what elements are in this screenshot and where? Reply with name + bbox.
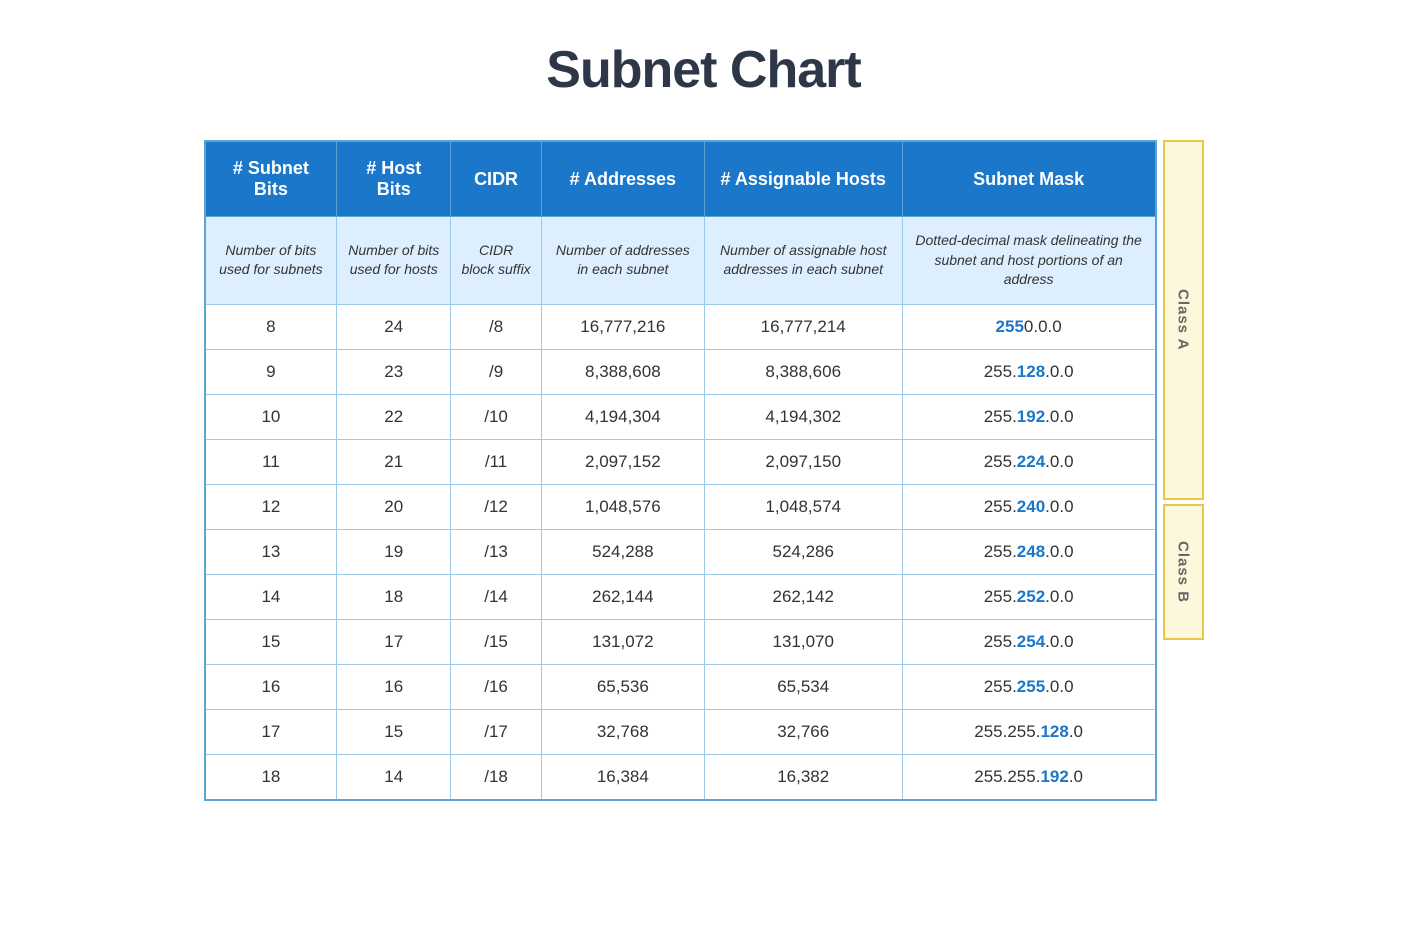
cell-mask: 255.248.0.0 [902,529,1155,574]
cell-assignable: 4,194,302 [704,394,902,439]
subheader-subnet-bits: Number of bits used for subnets [205,217,337,305]
cell-cidr: /11 [451,439,542,484]
table-row: 17 15 /17 32,768 32,766 255.255.128.0 [205,709,1156,754]
page-container: Subnet Chart # Subnet Bits # Host Bits C… [204,40,1204,801]
cell-assignable: 32,766 [704,709,902,754]
cell-host-bits: 24 [337,304,451,349]
cell-cidr: /17 [451,709,542,754]
page-title: Subnet Chart [204,40,1204,100]
cell-mask: 255.224.0.0 [902,439,1155,484]
table-row: 13 19 /13 524,288 524,286 255.248.0.0 [205,529,1156,574]
cell-cidr: /10 [451,394,542,439]
cell-addresses: 16,777,216 [542,304,705,349]
col-header-host-bits: # Host Bits [337,141,451,217]
subheader-mask: Dotted-decimal mask delineating the subn… [902,217,1155,305]
cell-subnet-bits: 16 [205,664,337,709]
cell-mask: 255.240.0.0 [902,484,1155,529]
cell-addresses: 2,097,152 [542,439,705,484]
cell-host-bits: 16 [337,664,451,709]
col-header-subnet-bits: # Subnet Bits [205,141,337,217]
cell-cidr: /14 [451,574,542,619]
header-row: # Subnet Bits # Host Bits CIDR # Address… [205,141,1156,217]
table-row: 9 23 /9 8,388,608 8,388,606 255.128.0.0 [205,349,1156,394]
cell-mask: 255.255.0.0 [902,664,1155,709]
subnet-table: # Subnet Bits # Host Bits CIDR # Address… [204,140,1157,801]
subheader-host-bits: Number of bits used for hosts [337,217,451,305]
class-labels-container: Class A Class B [1163,140,1204,801]
cell-assignable: 16,382 [704,754,902,800]
table-row: 18 14 /18 16,384 16,382 255.255.192.0 [205,754,1156,800]
col-header-mask: Subnet Mask [902,141,1155,217]
cell-mask: 255.255.192.0 [902,754,1155,800]
cell-addresses: 8,388,608 [542,349,705,394]
cell-subnet-bits: 14 [205,574,337,619]
cell-assignable: 8,388,606 [704,349,902,394]
class-a-label: Class A [1163,140,1204,500]
cell-addresses: 32,768 [542,709,705,754]
col-header-assignable: # Assignable Hosts [704,141,902,217]
cell-host-bits: 17 [337,619,451,664]
cell-subnet-bits: 10 [205,394,337,439]
cell-mask: 255.128.0.0 [902,349,1155,394]
cell-addresses: 524,288 [542,529,705,574]
cell-addresses: 65,536 [542,664,705,709]
cell-host-bits: 15 [337,709,451,754]
cell-mask: 2550.0.0 [902,304,1155,349]
table-row: 15 17 /15 131,072 131,070 255.254.0.0 [205,619,1156,664]
cell-addresses: 1,048,576 [542,484,705,529]
cell-host-bits: 19 [337,529,451,574]
cell-addresses: 4,194,304 [542,394,705,439]
class-b-label: Class B [1163,504,1204,640]
cell-host-bits: 22 [337,394,451,439]
cell-cidr: /15 [451,619,542,664]
cell-subnet-bits: 12 [205,484,337,529]
cell-subnet-bits: 18 [205,754,337,800]
subheader-assignable: Number of assignable host addresses in e… [704,217,902,305]
cell-mask: 255.254.0.0 [902,619,1155,664]
col-header-cidr: CIDR [451,141,542,217]
cell-cidr: /16 [451,664,542,709]
cell-host-bits: 21 [337,439,451,484]
cell-mask: 255.255.128.0 [902,709,1155,754]
cell-assignable: 262,142 [704,574,902,619]
cell-addresses: 131,072 [542,619,705,664]
cell-subnet-bits: 9 [205,349,337,394]
cell-subnet-bits: 15 [205,619,337,664]
cell-subnet-bits: 11 [205,439,337,484]
cell-addresses: 262,144 [542,574,705,619]
subheader-cidr: CIDR block suffix [451,217,542,305]
cell-assignable: 524,286 [704,529,902,574]
cell-cidr: /18 [451,754,542,800]
table-section: # Subnet Bits # Host Bits CIDR # Address… [204,140,1204,801]
cell-cidr: /13 [451,529,542,574]
cell-assignable: 2,097,150 [704,439,902,484]
table-row: 14 18 /14 262,144 262,142 255.252.0.0 [205,574,1156,619]
cell-mask: 255.192.0.0 [902,394,1155,439]
cell-assignable: 131,070 [704,619,902,664]
cell-assignable: 16,777,214 [704,304,902,349]
cell-subnet-bits: 13 [205,529,337,574]
col-header-addresses: # Addresses [542,141,705,217]
cell-host-bits: 18 [337,574,451,619]
subheader-addresses: Number of addresses in each subnet [542,217,705,305]
cell-host-bits: 20 [337,484,451,529]
table-row: 10 22 /10 4,194,304 4,194,302 255.192.0.… [205,394,1156,439]
cell-cidr: /9 [451,349,542,394]
cell-host-bits: 14 [337,754,451,800]
cell-addresses: 16,384 [542,754,705,800]
table-row: 16 16 /16 65,536 65,534 255.255.0.0 [205,664,1156,709]
cell-host-bits: 23 [337,349,451,394]
table-row: 12 20 /12 1,048,576 1,048,574 255.240.0.… [205,484,1156,529]
cell-assignable: 65,534 [704,664,902,709]
cell-mask: 255.252.0.0 [902,574,1155,619]
cell-cidr: /12 [451,484,542,529]
subheader-row: Number of bits used for subnets Number o… [205,217,1156,305]
cell-subnet-bits: 8 [205,304,337,349]
table-row: 11 21 /11 2,097,152 2,097,150 255.224.0.… [205,439,1156,484]
cell-cidr: /8 [451,304,542,349]
cell-assignable: 1,048,574 [704,484,902,529]
table-row: 8 24 /8 16,777,216 16,777,214 2550.0.0 [205,304,1156,349]
cell-subnet-bits: 17 [205,709,337,754]
